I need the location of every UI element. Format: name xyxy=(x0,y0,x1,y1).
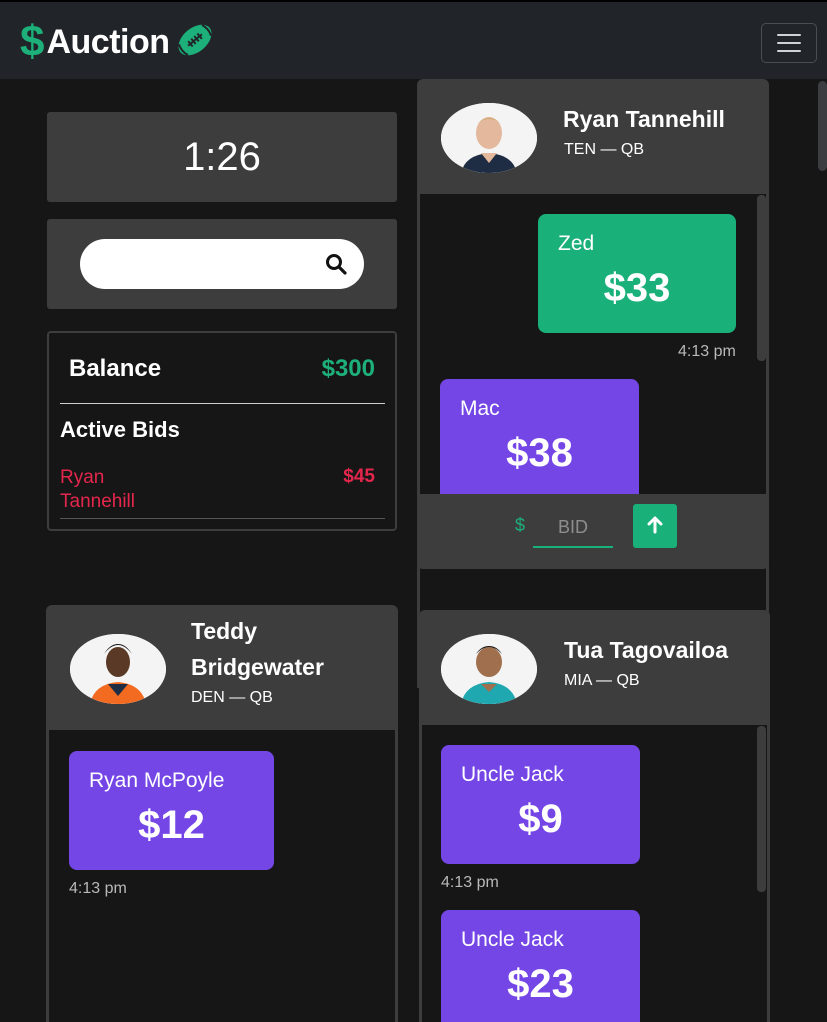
card-border-right xyxy=(767,725,770,1022)
balance-label: Balance xyxy=(69,355,162,382)
search-input[interactable] xyxy=(96,249,316,279)
page-scrollbar[interactable] xyxy=(818,81,827,171)
football-icon xyxy=(174,20,216,65)
search-card xyxy=(47,219,397,309)
bid-bubble: Mac $38 xyxy=(440,379,639,494)
player-avatar xyxy=(70,634,166,704)
player-name: Bridgewater xyxy=(191,654,324,680)
player-header: Teddy Bridgewater DEN — QB xyxy=(46,605,398,730)
player-name: Ryan Tannehill xyxy=(563,106,725,132)
active-bid-item[interactable]: Ryan Tannehill $45 xyxy=(60,466,375,514)
search-icon[interactable] xyxy=(325,253,347,280)
bid-amount: $23 xyxy=(507,962,574,1006)
brand-title: Auction xyxy=(46,22,170,61)
bid-bubble: Ryan McPoyle $12 xyxy=(69,751,274,870)
bid-amount: $9 xyxy=(518,797,563,841)
balance-row: Balance $300 xyxy=(69,355,375,383)
divider xyxy=(60,518,385,519)
bid-amount: $33 xyxy=(603,266,671,310)
arrow-up-icon xyxy=(645,515,665,538)
card-border-right xyxy=(395,730,398,1022)
bidder-name: Mac xyxy=(460,397,500,420)
bid-amount: $38 xyxy=(506,431,573,475)
divider xyxy=(60,403,385,404)
active-bid-player: Ryan Tannehill xyxy=(60,467,135,512)
bidder-name: Zed xyxy=(558,232,595,255)
player-name: Tua Tagovailoa xyxy=(564,637,729,663)
search-box xyxy=(80,239,364,289)
bid-input[interactable] xyxy=(533,508,613,548)
player-team-position: TEN — QB xyxy=(564,141,645,158)
bid-timestamp: 4:13 pm xyxy=(69,880,127,897)
player-team-position: MIA — QB xyxy=(564,672,640,689)
bid-amount: $12 xyxy=(138,803,205,847)
bid-timestamp: 4:13 pm xyxy=(441,874,499,891)
submit-bid-button[interactable] xyxy=(633,504,677,548)
bidder-name: Uncle Jack xyxy=(461,928,564,951)
hamburger-icon[interactable] xyxy=(761,23,817,63)
bid-form: $ xyxy=(417,494,769,569)
player-header: Tua Tagovailoa MIA — QB xyxy=(419,610,770,725)
balance-value: $300 xyxy=(321,355,375,382)
player-card-tagovailoa: Tua Tagovailoa MIA — QB Uncle Jack $9 4:… xyxy=(419,610,770,1022)
card-border-left xyxy=(46,730,49,1022)
balance-card: Balance $300 Active Bids Ryan Tannehill … xyxy=(47,331,397,531)
bid-bubble: Zed $33 xyxy=(538,214,736,333)
navbar: $ Auction xyxy=(0,0,827,79)
player-team-position: DEN — QB xyxy=(191,689,273,706)
timer-card: 1:26 xyxy=(47,112,397,202)
brand-dollar-sign: $ xyxy=(20,17,45,66)
card-border-left xyxy=(419,725,422,1022)
bid-bubble: Uncle Jack $9 xyxy=(441,745,640,864)
bidder-name: Uncle Jack xyxy=(461,763,564,786)
active-bid-amount: $45 xyxy=(343,466,375,487)
player-avatar xyxy=(441,103,537,173)
bid-bubble: Uncle Jack $23 xyxy=(441,910,640,1022)
countdown-timer: 1:26 xyxy=(183,134,261,179)
bid-timestamp: 4:13 pm xyxy=(678,343,736,360)
currency-symbol: $ xyxy=(515,515,526,535)
player-avatar xyxy=(441,634,537,704)
player-card-tannehill: Ryan Tannehill TEN — QB Zed $33 4:13 pm … xyxy=(417,79,769,688)
bids-scrollbar[interactable] xyxy=(757,195,766,361)
player-card-bridgewater: Teddy Bridgewater DEN — QB Ryan McPoyle … xyxy=(46,605,398,1022)
brand-logo[interactable]: $ Auction xyxy=(20,20,216,64)
active-bids-title: Active Bids xyxy=(60,417,180,442)
player-header: Ryan Tannehill TEN — QB xyxy=(417,79,769,194)
bids-scrollbar[interactable] xyxy=(757,726,766,892)
player-name: Teddy xyxy=(191,618,258,644)
bidder-name: Ryan McPoyle xyxy=(89,769,225,792)
